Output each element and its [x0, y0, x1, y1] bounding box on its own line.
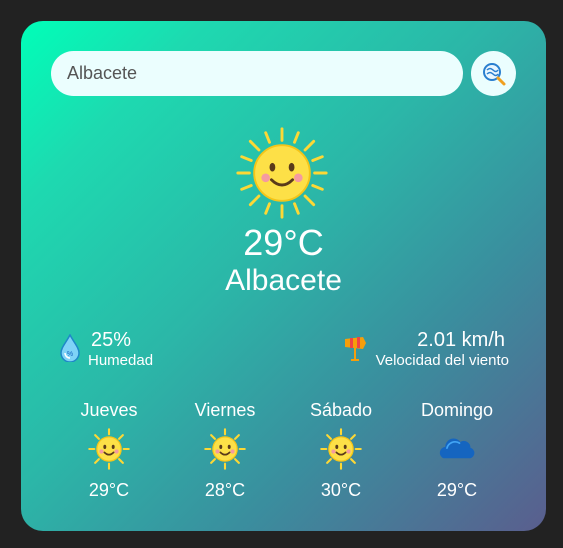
wind-speed-label: Velocidad del viento [375, 352, 509, 369]
city-search-input[interactable] [51, 51, 463, 96]
forecast-day: Sábado 30°C [286, 399, 396, 501]
forecast-day-temperature: 29°C [88, 480, 130, 500]
forecast-day-name: Jueves [80, 400, 138, 420]
search-icon [482, 62, 505, 85]
sun-icon [88, 428, 130, 470]
windsock-icon [345, 337, 366, 361]
forecast-day: Viernes 28°C [170, 399, 280, 501]
city-name: Albacete [225, 264, 342, 297]
humidity-label: Humedad [88, 352, 154, 369]
forecast-day-name: Sábado [309, 400, 373, 420]
forecast-day: Jueves 29°C [54, 399, 164, 501]
sun-icon [320, 428, 362, 470]
sun-icon [236, 127, 328, 219]
forecast-day-temperature: 30°C [320, 480, 362, 500]
forecast-day-temperature: 29°C [436, 480, 478, 500]
cloud-icon [439, 438, 475, 459]
current-temperature: 29°C [243, 222, 324, 263]
svg-text:%: % [67, 351, 73, 358]
forecast-day: Domingo 29°C [402, 399, 512, 501]
weather-card: 29°C Albacete % 25% Humedad 2.01 km/h Ve… [21, 21, 546, 531]
forecast-day-temperature: 28°C [204, 480, 246, 500]
forecast-day-name: Viernes [194, 400, 256, 420]
search-button[interactable] [471, 51, 516, 96]
forecast-day-name: Domingo [420, 400, 494, 420]
humidity-value: 25% [91, 329, 132, 351]
wind-speed-value: 2.01 km/h [417, 329, 505, 351]
water-drop-icon: % [60, 334, 80, 362]
sun-icon [204, 428, 246, 470]
